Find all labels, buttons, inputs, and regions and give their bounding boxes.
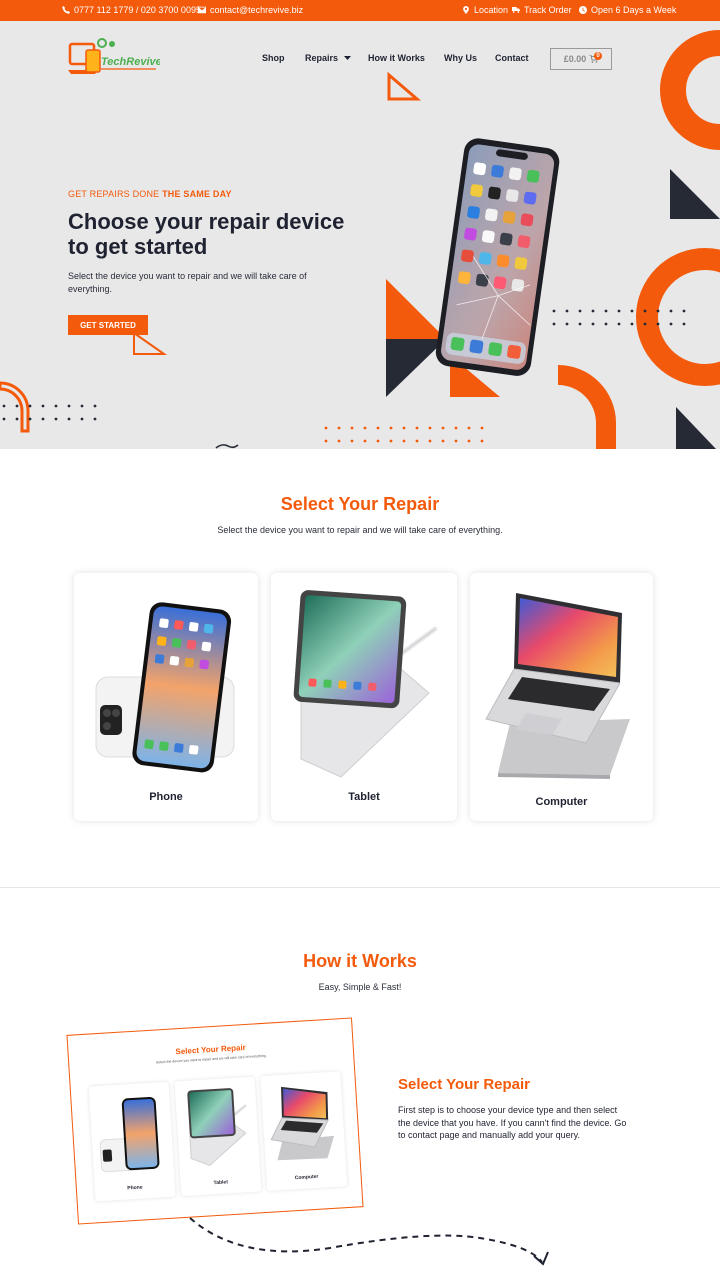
map-pin-icon — [463, 6, 469, 14]
hero-subtitle: Select the device you want to repair and… — [68, 271, 307, 294]
hero-eyebrow: GET REPAIRS DONE THE SAME DAY — [68, 189, 232, 199]
opening-hours: Open 6 Days a Week — [579, 5, 676, 15]
nav-repairs-label: Repairs — [305, 53, 339, 63]
tablet-device-image — [293, 590, 438, 778]
cart-total: £0.00 — [563, 54, 587, 64]
preview-card-tablet: Tablet — [174, 1076, 262, 1197]
dashed-arrow-icon — [189, 1217, 549, 1266]
truck-icon — [512, 7, 520, 13]
location-text: Location — [474, 5, 509, 15]
repair-card-phone[interactable]: Phone — [74, 573, 258, 821]
nav-repairs[interactable]: Repairs — [305, 53, 351, 63]
hero-eyebrow-prefix: GET REPAIRS DONE — [68, 189, 163, 199]
brand-logo[interactable]: TechRevive — [68, 38, 162, 80]
email-contact[interactable]: contact@techrevive.biz — [198, 5, 303, 15]
hours-text: Open 6 Days a Week — [591, 5, 677, 15]
hero-section: TechRevive Shop Repairs How it Works Why… — [0, 21, 720, 449]
phone-icon — [62, 6, 70, 14]
phone-contact[interactable]: 0777 112 1779 / 020 3700 0095 — [62, 5, 201, 15]
step-title: Select Your Repair — [398, 1076, 530, 1093]
location-link[interactable]: Location — [462, 5, 508, 15]
get-started-button[interactable]: GET STARTED — [68, 315, 148, 335]
nav-shop[interactable]: Shop — [262, 53, 285, 63]
step-preview-image: Select Your Repair Select the device you… — [66, 1017, 364, 1225]
clock-icon — [579, 6, 587, 14]
repair-card-computer[interactable]: Computer — [470, 573, 653, 821]
repair-section-title: Select Your Repair — [280, 494, 440, 514]
hero-title: Choose your repair device to get started — [68, 209, 345, 259]
preview-card-phone: Phone — [88, 1081, 176, 1202]
preview-card-computer: Computer — [260, 1071, 348, 1191]
email-text: contact@techrevive.biz — [210, 5, 304, 15]
techrevive-logo-icon: TechRevive — [68, 38, 162, 74]
top-bar: 0777 112 1779 / 020 3700 0095 contact@te… — [0, 0, 720, 21]
card-label-tablet: Tablet — [348, 791, 380, 803]
card-label-computer: Computer — [535, 796, 588, 808]
repair-section-subtitle: Select the device you want to repair and… — [217, 525, 503, 535]
step-description: First step is to choose your device type… — [398, 1105, 627, 1140]
phone-text: 0777 112 1779 / 020 3700 0095 — [74, 5, 201, 15]
how-it-works-title: How it Works — [303, 951, 417, 971]
envelope-icon — [198, 6, 206, 14]
hero-eyebrow-bold: THE SAME DAY — [162, 189, 232, 199]
card-label-phone: Phone — [149, 791, 183, 803]
nav-how-it-works[interactable]: How it Works — [368, 53, 425, 63]
phone-device-image — [95, 602, 235, 773]
laptop-device-image — [485, 593, 630, 779]
cart-button[interactable]: £0.00 0 — [550, 48, 612, 70]
brand-name: TechRevive — [101, 56, 160, 68]
section-divider — [0, 887, 720, 888]
track-order-link[interactable]: Track Order — [512, 5, 572, 15]
cart-count-badge: 0 — [594, 52, 602, 60]
track-order-text: Track Order — [524, 5, 572, 15]
repair-card-tablet[interactable]: Tablet — [271, 573, 457, 821]
nav-why-us[interactable]: Why Us — [444, 53, 477, 63]
nav-contact[interactable]: Contact — [495, 53, 529, 63]
how-it-works-subtitle: Easy, Simple & Fast! — [318, 982, 402, 992]
chevron-down-icon — [343, 56, 351, 60]
